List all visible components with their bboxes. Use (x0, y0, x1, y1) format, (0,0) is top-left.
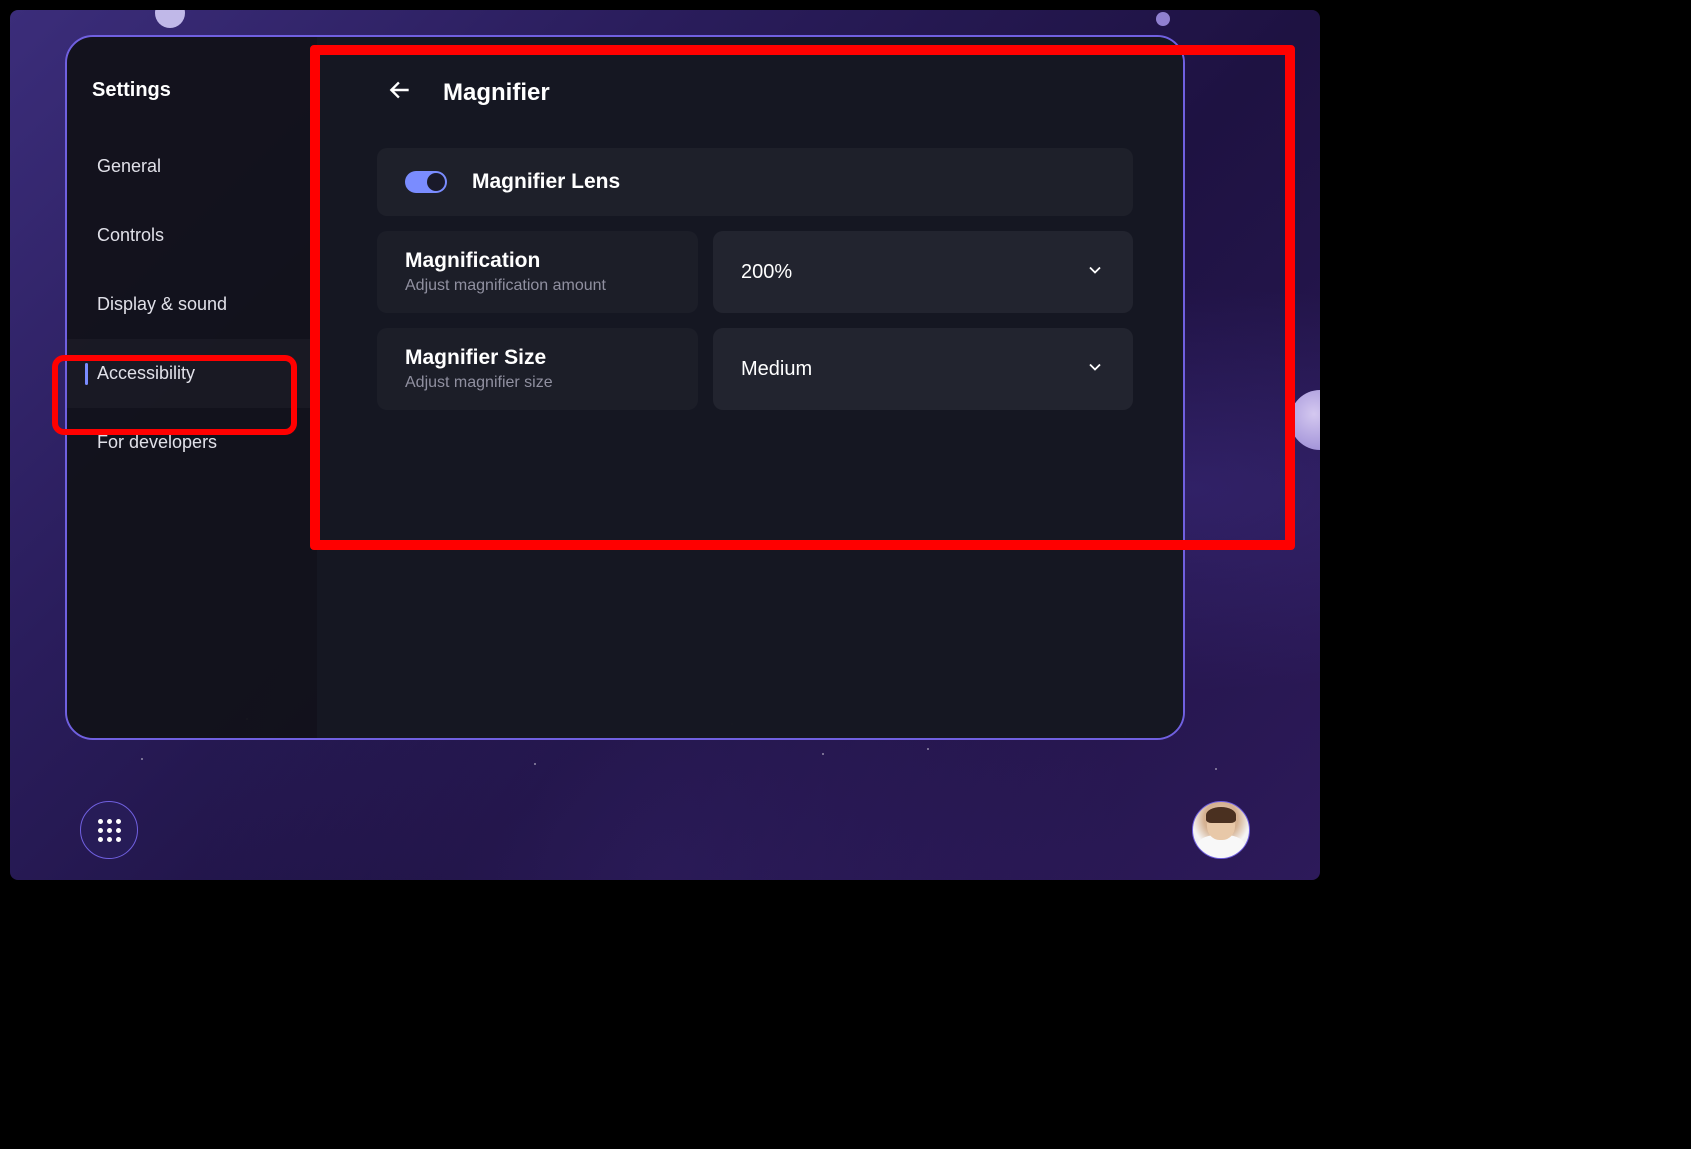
sidebar-item-general[interactable]: General (67, 132, 317, 201)
sidebar-item-accessibility[interactable]: Accessibility (67, 339, 317, 408)
toggle-label: Magnifier Lens (472, 170, 620, 194)
magnifier-size-dropdown[interactable]: Medium (713, 328, 1133, 410)
setting-info: Magnification Adjust magnification amoun… (377, 231, 698, 313)
decoration-planet-right (1290, 390, 1320, 450)
sidebar-item-label: Display & sound (97, 294, 227, 314)
main-panel: Magnifier Magnifier Lens Magnification A… (317, 37, 1183, 738)
sidebar-item-label: For developers (97, 432, 217, 452)
apps-button[interactable] (80, 801, 138, 859)
setting-toggle-row: Magnifier Lens (377, 148, 1133, 216)
user-avatar-button[interactable] (1192, 801, 1250, 859)
sidebar-item-controls[interactable]: Controls (67, 201, 317, 270)
sidebar-item-display-sound[interactable]: Display & sound (67, 270, 317, 339)
avatar-hair (1206, 807, 1236, 823)
setting-description: Adjust magnifier size (405, 374, 670, 392)
setting-magnification: Magnification Adjust magnification amoun… (377, 231, 1133, 313)
sidebar: Settings General Controls Display & soun… (67, 37, 317, 738)
decoration-moon (155, 10, 185, 28)
setting-magnifier-size: Magnifier Size Adjust magnifier size Med… (377, 328, 1133, 410)
setting-description: Adjust magnification amount (405, 277, 670, 295)
chevron-down-icon (1085, 260, 1105, 285)
toggle-knob (427, 173, 445, 191)
panel-header: Magnifier (387, 77, 1133, 108)
setting-label: Magnifier Size (405, 346, 670, 370)
sidebar-title: Settings (67, 59, 317, 132)
dropdown-value: 200% (741, 261, 792, 284)
setting-label: Magnification (405, 249, 670, 273)
chevron-down-icon (1085, 357, 1105, 382)
dropdown-value: Medium (741, 358, 812, 381)
magnification-dropdown[interactable]: 200% (713, 231, 1133, 313)
sidebar-item-label: Accessibility (97, 363, 195, 383)
settings-window: Settings General Controls Display & soun… (65, 35, 1185, 740)
sidebar-item-label: Controls (97, 225, 164, 245)
taskbar (10, 790, 1320, 870)
magnifier-lens-toggle[interactable] (405, 171, 447, 193)
apps-grid-icon (98, 819, 121, 842)
sidebar-item-label: General (97, 156, 161, 176)
setting-info: Magnifier Size Adjust magnifier size (377, 328, 698, 410)
decoration-planet-small (1156, 12, 1170, 26)
panel-title: Magnifier (443, 79, 550, 107)
sidebar-item-for-developers[interactable]: For developers (67, 408, 317, 477)
desktop-background: Settings General Controls Display & soun… (10, 10, 1320, 880)
back-arrow-icon[interactable] (387, 77, 413, 108)
